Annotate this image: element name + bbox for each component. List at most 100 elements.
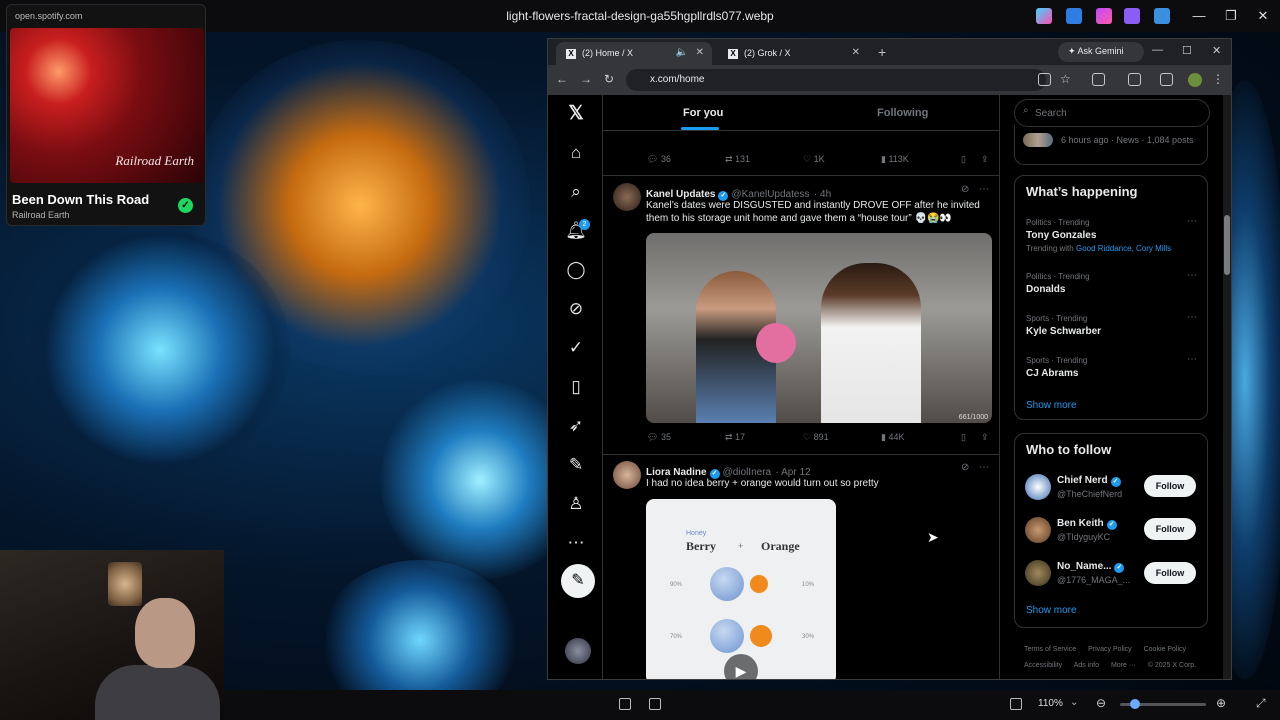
address-bar[interactable]: x.com/home (626, 69, 1046, 91)
scrollbar[interactable] (1223, 95, 1231, 679)
fit-icon[interactable] (1010, 698, 1022, 710)
grok-icon[interactable]: ⊘ (565, 298, 587, 320)
cloud-icon[interactable] (1154, 8, 1170, 24)
crop-icon[interactable] (619, 698, 631, 710)
follow-handle[interactable]: @1776_MAGA_... (1057, 575, 1130, 585)
speaker-icon[interactable]: 🔈 (676, 47, 688, 58)
share-icon[interactable]: ⇪ (981, 432, 989, 443)
close-icon[interactable]: ✕ (696, 47, 704, 58)
profile-avatar[interactable] (1188, 73, 1202, 87)
footer-link[interactable]: Ads info (1074, 662, 1099, 669)
reading-list-icon[interactable] (1160, 73, 1173, 86)
profile-icon[interactable]: ♙ (565, 493, 587, 515)
grok-icon[interactable]: ⊘ (961, 184, 969, 195)
tab-grok-x[interactable]: X (2) Grok / X ✕ (718, 42, 868, 65)
follow-button[interactable]: Follow (1144, 518, 1196, 540)
avatar[interactable] (1025, 517, 1051, 543)
album-icon[interactable] (1124, 8, 1140, 24)
compose-post-button[interactable]: ✎ (561, 564, 595, 598)
zoom-slider-thumb[interactable] (1130, 699, 1140, 709)
post-video[interactable]: Honey Berry + Orange 90% 10% 70% 30% ▶ (646, 499, 836, 679)
ask-gemini-button[interactable]: ✦ Ask Gemini (1058, 42, 1144, 62)
zoom-level[interactable]: 110% (1038, 698, 1063, 709)
check-icon[interactable]: ✓ (178, 198, 193, 213)
text-select-icon[interactable] (649, 698, 661, 710)
show-more-link[interactable]: Show more (1026, 605, 1077, 616)
trend-item[interactable]: Kyle Schwarber (1026, 326, 1101, 337)
menu-icon[interactable]: ⋮ (1212, 72, 1224, 86)
reload-icon[interactable]: ↻ (604, 72, 614, 86)
messages-icon[interactable]: ◯ (565, 259, 587, 281)
follow-button[interactable]: Follow (1144, 475, 1196, 497)
share-icon[interactable]: ⇪ (981, 154, 989, 165)
track-artist[interactable]: Railroad Earth (12, 210, 70, 220)
edit-icon[interactable] (1066, 8, 1082, 24)
bookmark-icon[interactable]: ▯ (961, 154, 966, 165)
like-button[interactable]: ♡ 891 (803, 432, 829, 443)
avatar[interactable] (613, 183, 641, 211)
more-icon[interactable]: ⋯ (979, 462, 989, 473)
x-logo-icon[interactable]: 𝕏 (565, 103, 587, 125)
news-card[interactable]: 6 hours ago · News · 1,084 posts (1014, 125, 1208, 165)
minimize-button[interactable]: — (1152, 44, 1163, 56)
follow-handle[interactable]: @TheChiefNerd (1057, 489, 1122, 499)
follow-name[interactable]: No_Name... ✓ (1057, 561, 1127, 573)
more-icon[interactable]: ⋯ (565, 532, 587, 554)
views-button[interactable]: ▮ 44K (881, 432, 904, 443)
star-icon[interactable]: ☆ (1060, 72, 1071, 86)
trend-item[interactable]: CJ Abrams (1026, 368, 1078, 379)
account-avatar[interactable] (565, 638, 591, 664)
reply-button[interactable]: 💬︎ 35 (647, 432, 671, 443)
extensions-icon[interactable] (1092, 73, 1105, 86)
more-icon[interactable]: ⋯ (1187, 312, 1197, 323)
follow-name[interactable]: Chief Nerd ✓ (1057, 475, 1124, 487)
follow-name[interactable]: Ben Keith ✓ (1057, 518, 1120, 530)
back-icon[interactable]: ← (556, 72, 568, 86)
follow-button[interactable]: Follow (1144, 562, 1196, 584)
install-icon[interactable] (1038, 73, 1051, 86)
avatar[interactable] (1025, 474, 1051, 500)
trend-item[interactable]: Donalds (1026, 284, 1065, 295)
close-button[interactable]: ✕ (1212, 44, 1221, 57)
more-icon[interactable]: ⋯ (1187, 270, 1197, 281)
avatar[interactable] (1025, 560, 1051, 586)
play-icon[interactable]: ▶ (724, 654, 758, 679)
explore-icon[interactable]: ⌕ (565, 181, 587, 203)
track-title[interactable]: Been Down This Road (12, 192, 149, 207)
trend-item[interactable]: Tony Gonzales (1026, 230, 1096, 241)
effects-icon[interactable] (1096, 8, 1112, 24)
follow-handle[interactable]: @TldyguyKC (1057, 532, 1110, 542)
tab-following[interactable]: Following (877, 107, 928, 119)
home-icon[interactable]: ⌂ (565, 142, 587, 164)
bookmark-icon[interactable]: ▯ (961, 432, 966, 443)
new-tab-button[interactable]: + (878, 44, 886, 60)
expand-icon[interactable]: ⤢ (1256, 696, 1266, 711)
tab-for-you[interactable]: For you (683, 107, 723, 119)
tab-home-x[interactable]: X (2) Home / X ✕ 🔈 (556, 42, 712, 65)
copilot-icon[interactable] (1036, 8, 1052, 24)
forward-icon[interactable]: → (580, 72, 592, 86)
bookmarks-icon[interactable]: ▯ (565, 376, 587, 398)
repost-button[interactable]: ⇄ 17 (725, 432, 745, 443)
post-video[interactable]: 661/1000 (646, 233, 992, 423)
repost-button[interactable]: ⇄ 131 (725, 154, 750, 165)
scrollbar-thumb[interactable] (1224, 215, 1230, 275)
footer-link[interactable]: Privacy Policy (1088, 646, 1132, 653)
maximize-button[interactable]: ❐ (1218, 6, 1244, 26)
footer-link[interactable]: Terms of Service (1024, 646, 1076, 653)
maximize-button[interactable]: ☐ (1182, 44, 1192, 57)
reply-button[interactable]: 💬︎ 36 (647, 154, 671, 165)
search-input[interactable]: Search (1014, 99, 1210, 127)
more-icon[interactable]: ⋯ (1187, 216, 1197, 227)
sidepanel-icon[interactable] (1128, 73, 1141, 86)
show-more-link[interactable]: Show more (1026, 400, 1077, 411)
zoom-in-icon[interactable]: ⊕ (1216, 696, 1226, 710)
more-icon[interactable]: ⋯ (979, 184, 989, 195)
premium-icon[interactable]: ✓ (565, 337, 587, 359)
close-button[interactable]: ✕ (1250, 6, 1276, 26)
footer-link[interactable]: Accessibility (1024, 662, 1062, 669)
more-icon[interactable]: ⋯ (1187, 354, 1197, 365)
trend-with-links[interactable]: Good Riddance, Cory Mills (1076, 244, 1171, 253)
avatar[interactable] (613, 461, 641, 489)
close-icon[interactable]: ✕ (852, 47, 860, 58)
